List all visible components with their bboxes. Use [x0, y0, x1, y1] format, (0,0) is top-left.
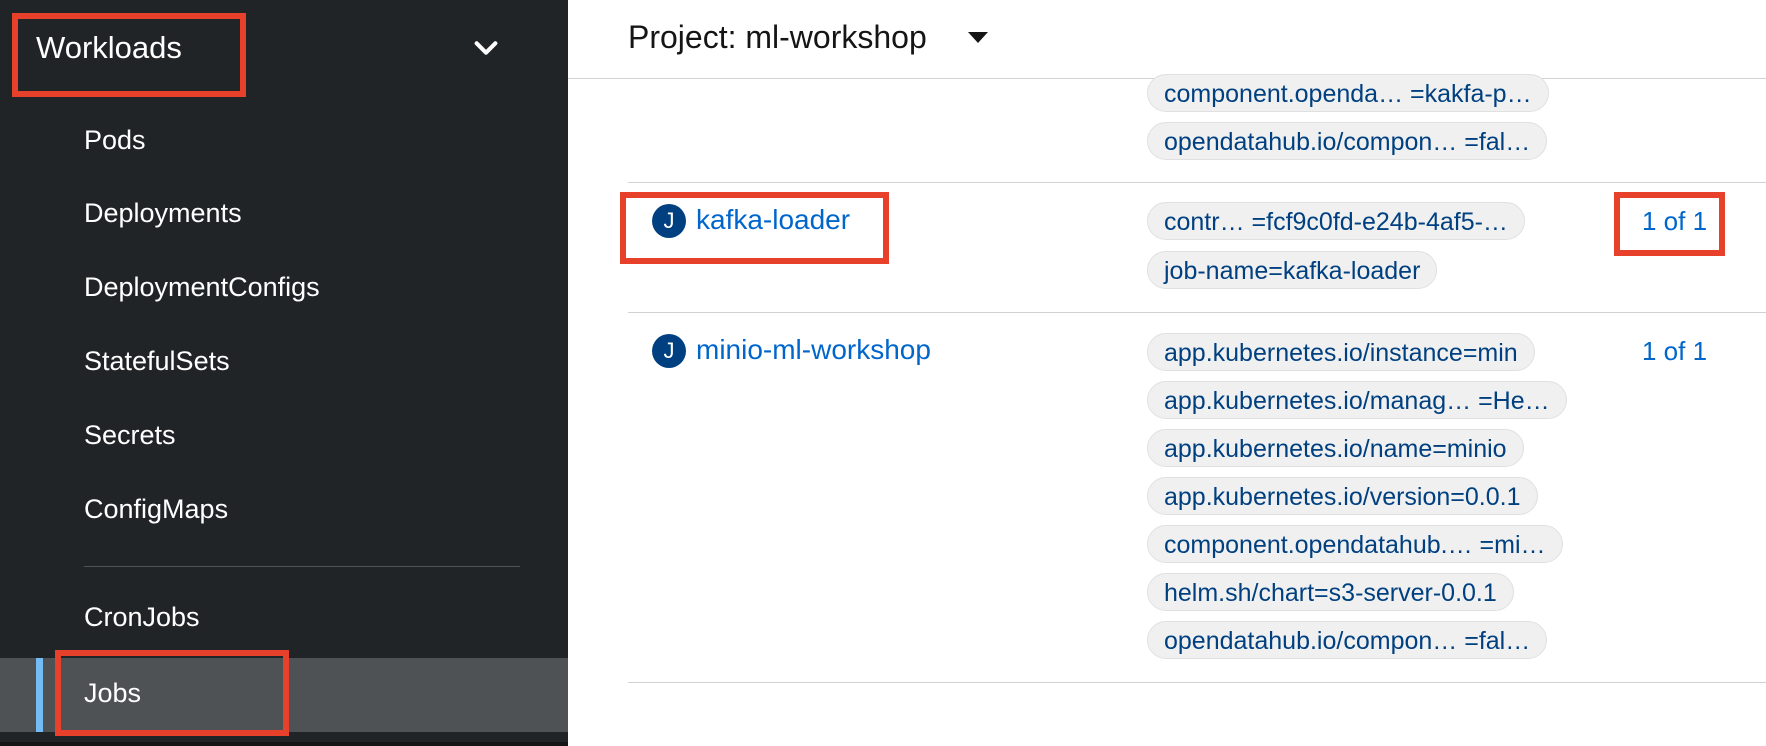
row-divider: [628, 182, 1766, 183]
active-indicator: [36, 658, 43, 732]
workloads-section-title: Workloads: [36, 30, 182, 65]
sidebar-item-label: ConfigMaps: [84, 494, 229, 524]
label-chip[interactable]: app.kubernetes.io/instance=min: [1147, 333, 1535, 371]
job-link-kafka-loader[interactable]: kafka-loader: [696, 204, 850, 236]
label-chip[interactable]: opendatahub.io/compon… =fal…: [1147, 621, 1548, 659]
sidebar-item-pods[interactable]: Pods: [0, 107, 568, 177]
project-bar: Project: ml-workshop: [568, 0, 1766, 79]
sidebar-item-label: DeploymentConfigs: [84, 272, 320, 302]
sidebar-item-statefulsets[interactable]: StatefulSets: [0, 328, 568, 398]
completions-link[interactable]: 1 of 1: [1642, 336, 1707, 367]
job-link-minio-ml-workshop[interactable]: minio-ml-workshop: [696, 334, 931, 366]
sidebar-item-deployments[interactable]: Deployments: [0, 180, 568, 250]
label-chip[interactable]: component.openda… =kakfa-p…: [1147, 74, 1549, 112]
completions-link[interactable]: 1 of 1: [1642, 206, 1707, 237]
label-chip[interactable]: app.kubernetes.io/version=0.0.1: [1147, 477, 1538, 515]
label-chip[interactable]: job-name=kafka-loader: [1147, 251, 1438, 289]
sidebar-item-label: Deployments: [84, 198, 242, 228]
label-chip[interactable]: app.kubernetes.io/manag… =He…: [1147, 381, 1567, 419]
sidebar-item-label: Pods: [84, 125, 146, 155]
main-content: Project: ml-workshop component.openda… =…: [568, 0, 1766, 746]
label-chip[interactable]: component.opendatahub.… =mi…: [1147, 525, 1563, 563]
label-chip[interactable]: opendatahub.io/compon… =fal…: [1147, 122, 1548, 160]
sidebar-item-deploymentconfigs[interactable]: DeploymentConfigs: [0, 254, 568, 324]
project-selector-label: Project: ml-workshop: [628, 19, 927, 55]
sidebar-item-label: StatefulSets: [84, 346, 230, 376]
row-divider: [628, 312, 1766, 313]
job-badge-icon: J: [652, 334, 686, 368]
workloads-section-toggle[interactable]: Workloads: [0, 0, 568, 100]
sidebar-item-label: CronJobs: [84, 602, 200, 632]
nav-divider: [84, 566, 520, 567]
chevron-down-icon: [474, 41, 498, 55]
job-badge-icon: J: [652, 204, 686, 238]
label-chip[interactable]: contr… =fcf9c0fd-e24b-4af5-…: [1147, 202, 1525, 240]
caret-down-icon: [968, 32, 988, 43]
sidebar-item-label: Jobs: [84, 678, 142, 708]
sidebar-item-cronjobs[interactable]: CronJobs: [0, 584, 568, 654]
sidebar-item-label: Secrets: [84, 420, 176, 450]
label-chip[interactable]: helm.sh/chart=s3-server-0.0.1: [1147, 573, 1514, 611]
sidebar-item-jobs[interactable]: Jobs: [0, 658, 568, 732]
sidebar-bottom-edge: [0, 742, 568, 746]
sidebar-item-secrets[interactable]: Secrets: [0, 402, 568, 472]
sidebar-item-configmaps[interactable]: ConfigMaps: [0, 476, 568, 546]
row-divider: [628, 682, 1766, 683]
sidebar: Workloads Pods Deployments DeploymentCon…: [0, 0, 568, 746]
label-chip[interactable]: app.kubernetes.io/name=minio: [1147, 429, 1524, 467]
